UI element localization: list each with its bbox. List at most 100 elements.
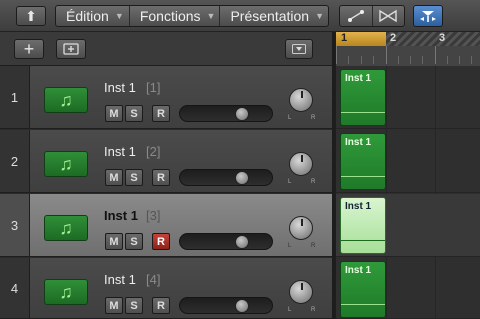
pan-left-label: L (288, 243, 292, 249)
track-header[interactable]: 2 ♫ Inst 1 [2] M S R L R (0, 130, 332, 193)
volume-slider[interactable] (179, 233, 273, 250)
ruler-tick (386, 46, 387, 64)
track-lane[interactable]: Inst 1 (336, 130, 480, 193)
track-number: 1 (0, 66, 30, 128)
chevron-down-icon: ▼ (315, 11, 324, 21)
pan-knob[interactable] (289, 216, 313, 240)
record-enable-button-armed[interactable]: R (152, 233, 170, 250)
catch-playhead-button[interactable] (413, 5, 443, 27)
menu-bar: Édition ▼ Fonctions ▼ Présentation ▼ (55, 5, 329, 27)
ruler-tick (410, 56, 411, 64)
region-name: Inst 1 (345, 73, 372, 84)
track-index: [1] (146, 80, 161, 95)
instrument-icon[interactable]: ♫ (44, 215, 88, 241)
solo-button[interactable]: S (125, 233, 143, 250)
mute-button[interactable]: M (105, 169, 123, 186)
region-content-line (341, 176, 385, 177)
ruler-tick (459, 56, 460, 64)
track-index: [3] (146, 208, 161, 223)
ruler-tick (348, 56, 349, 64)
ruler-hatch (386, 32, 480, 46)
track-number: 2 (0, 130, 30, 192)
bar-number: 2 (390, 32, 397, 44)
mute-button[interactable]: M (105, 233, 123, 250)
ruler-tick (373, 56, 374, 64)
track-name[interactable]: Inst 1 (104, 272, 136, 287)
menu-fonctions[interactable]: Fonctions ▼ (130, 6, 221, 26)
region-name: Inst 1 (345, 137, 372, 148)
bar-number: 1 (341, 32, 348, 44)
pan-right-label: R (311, 307, 316, 313)
mute-button[interactable]: M (105, 105, 123, 122)
region-content-line (341, 304, 385, 305)
track-number: 4 (0, 258, 30, 318)
pan-knob[interactable] (289, 152, 313, 176)
dropdown-menu-icon (292, 44, 306, 54)
pan-right-label: R (311, 243, 316, 249)
volume-slider-knob[interactable] (235, 299, 249, 313)
track-name[interactable]: Inst 1 (104, 80, 136, 95)
arrange-area[interactable]: Inst 1 Inst 1 Inst 1 Inst 1 (335, 66, 480, 319)
instrument-icon[interactable]: ♫ (44, 151, 88, 177)
timeline-ruler[interactable]: 1 2 3 (335, 32, 480, 66)
midi-region[interactable]: Inst 1 (340, 261, 386, 318)
plus-icon: + (23, 39, 35, 59)
logic-main-window: ⬆ Édition ▼ Fonctions ▼ Présentation ▼ +… (0, 0, 480, 319)
midi-region-selected[interactable]: Inst 1 (340, 197, 386, 254)
volume-slider-knob[interactable] (235, 107, 249, 121)
flex-button[interactable] (373, 6, 405, 26)
track-header[interactable]: 1 ♫ Inst 1 [1] M S R L R (0, 66, 332, 129)
track-header[interactable]: 4 ♫ Inst 1 [4] M S R L R (0, 258, 332, 319)
menu-presentation[interactable]: Présentation ▼ (220, 6, 328, 26)
instrument-icon[interactable]: ♫ (44, 279, 88, 305)
record-enable-button[interactable]: R (152, 169, 170, 186)
toolbar: ⬆ Édition ▼ Fonctions ▼ Présentation ▼ (0, 0, 480, 32)
menu-presentation-label: Présentation (230, 8, 310, 24)
volume-slider-knob[interactable] (235, 235, 249, 249)
track-name[interactable]: Inst 1 (104, 144, 136, 159)
folder-plus-icon (63, 43, 79, 55)
track-lane-selected[interactable]: Inst 1 (336, 194, 480, 257)
pan-left-label: L (288, 307, 292, 313)
solo-button[interactable]: S (125, 169, 143, 186)
region-name: Inst 1 (345, 265, 372, 276)
menu-edition[interactable]: Édition ▼ (56, 6, 130, 26)
volume-slider[interactable] (179, 169, 273, 186)
record-enable-button[interactable]: R (152, 297, 170, 314)
music-note-icon: ♫ (59, 89, 73, 110)
bar-number: 3 (439, 32, 446, 44)
new-folder-button[interactable] (56, 39, 86, 59)
pan-right-label: R (311, 179, 316, 185)
ruler-tick (435, 46, 436, 64)
pan-left-label: L (288, 179, 292, 185)
go-up-button[interactable]: ⬆ (16, 6, 46, 26)
up-arrow-icon: ⬆ (25, 7, 37, 24)
midi-region[interactable]: Inst 1 (340, 69, 386, 126)
ruler-tick (336, 46, 337, 64)
add-track-button[interactable]: + (14, 39, 44, 59)
volume-slider-knob[interactable] (235, 171, 249, 185)
solo-button[interactable]: S (125, 297, 143, 314)
solo-button[interactable]: S (125, 105, 143, 122)
flex-time-icon (379, 9, 397, 23)
menu-edition-label: Édition (66, 8, 109, 24)
volume-slider[interactable] (179, 105, 273, 122)
ruler-tick (361, 56, 362, 64)
instrument-icon[interactable]: ♫ (44, 87, 88, 113)
pan-knob[interactable] (289, 280, 313, 304)
track-lane[interactable]: Inst 1 (336, 258, 480, 319)
volume-slider[interactable] (179, 297, 273, 314)
music-note-icon: ♫ (59, 281, 73, 302)
pan-knob[interactable] (289, 88, 313, 112)
track-options-dropdown[interactable] (285, 39, 313, 59)
automation-button[interactable] (340, 6, 373, 26)
midi-region[interactable]: Inst 1 (340, 133, 386, 190)
track-name[interactable]: Inst 1 (104, 208, 138, 223)
mute-button[interactable]: M (105, 297, 123, 314)
track-header-selected[interactable]: 3 ♫ Inst 1 [3] M S R L R (0, 194, 332, 257)
automation-icon (347, 10, 364, 22)
playhead-catch-icon (420, 11, 436, 22)
track-lane[interactable]: Inst 1 (336, 66, 480, 129)
track-number: 3 (0, 194, 30, 256)
record-enable-button[interactable]: R (152, 105, 170, 122)
